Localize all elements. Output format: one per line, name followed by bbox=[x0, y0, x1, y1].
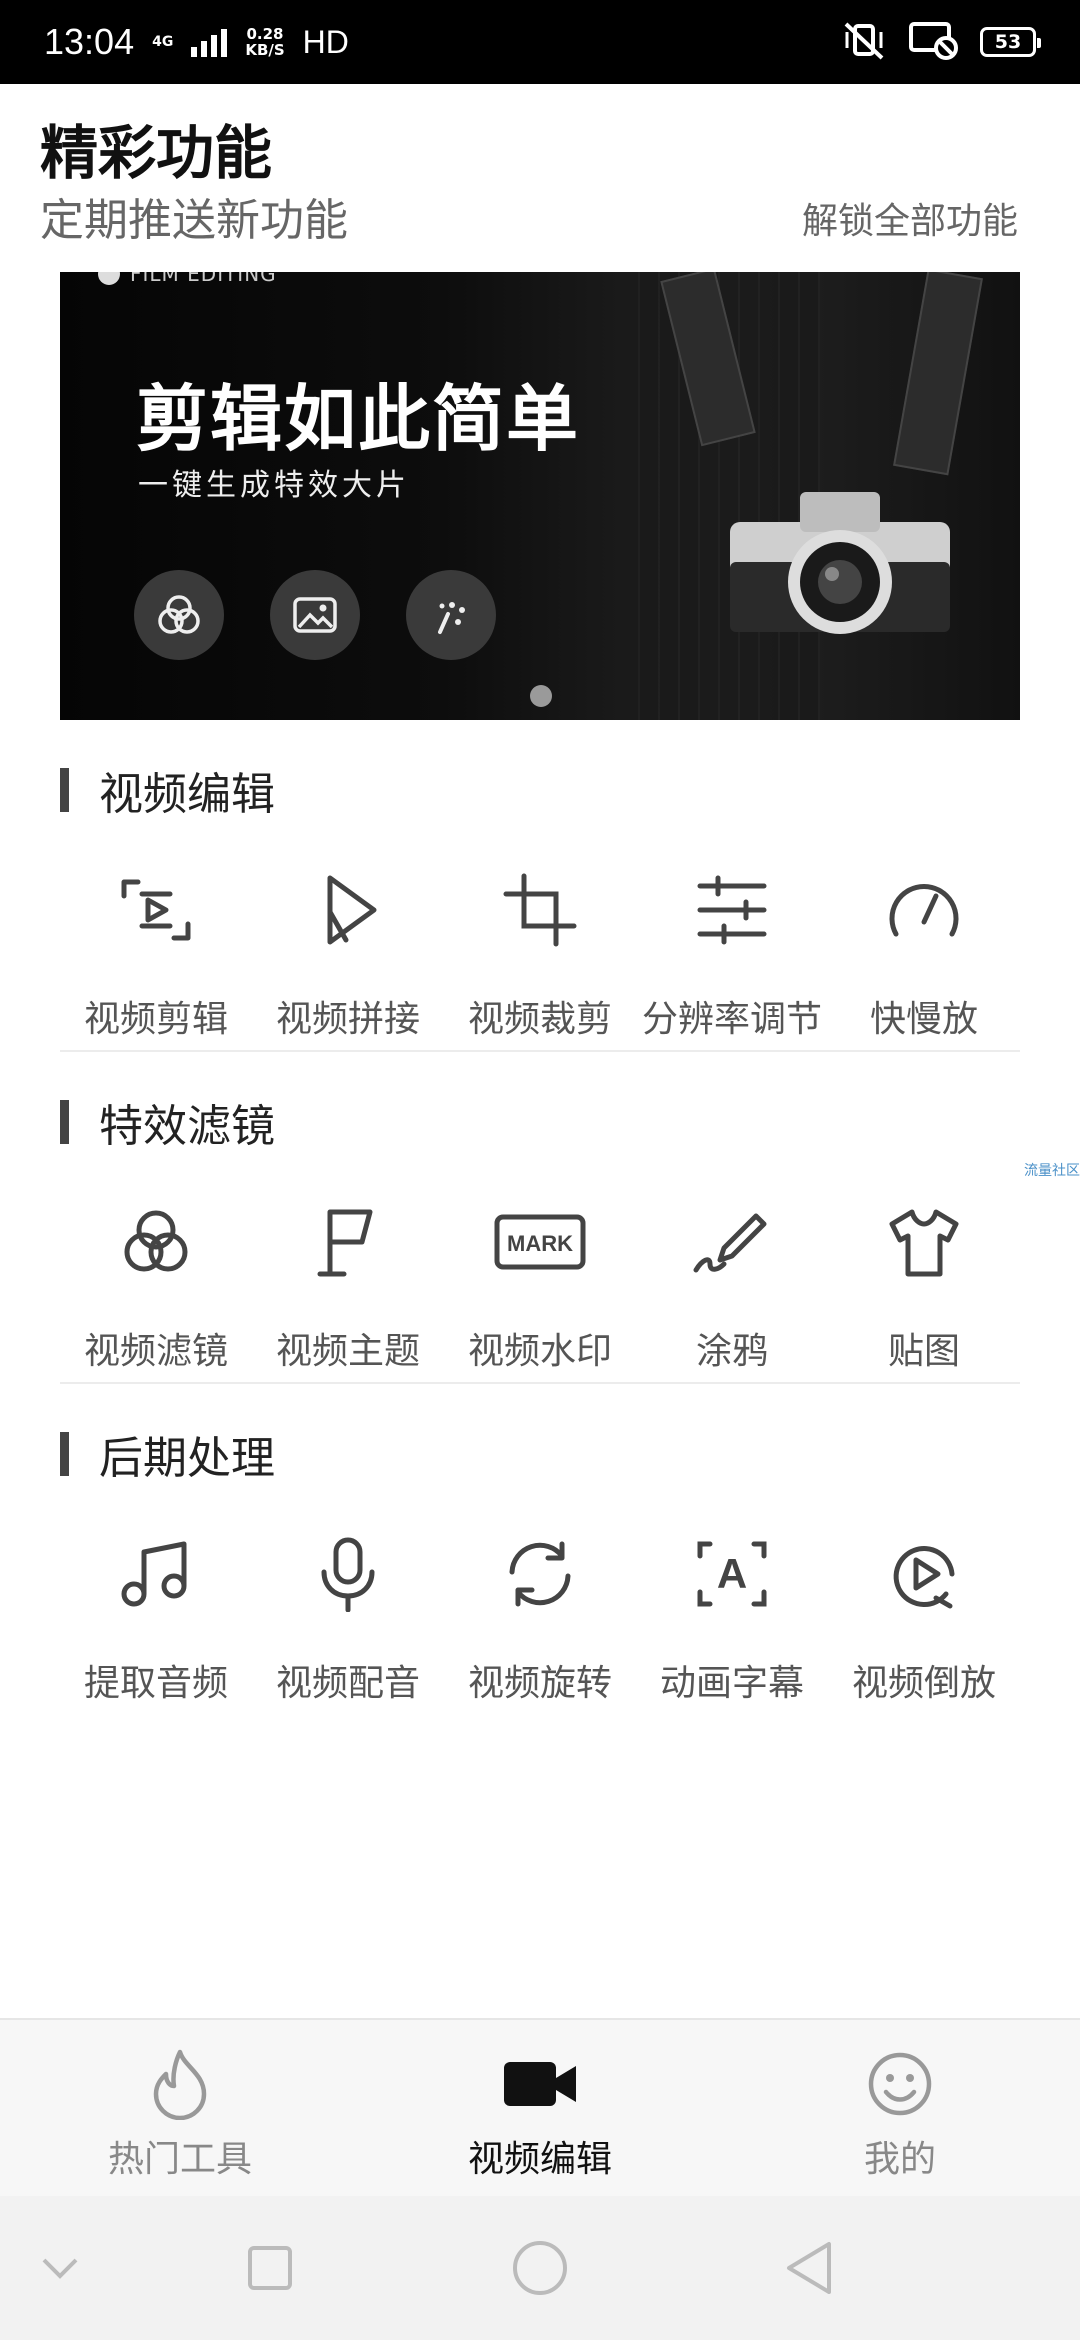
flame-icon bbox=[153, 2049, 207, 2120]
rotate-icon bbox=[500, 1534, 580, 1614]
tool-resolution[interactable]: 分辨率调节 bbox=[636, 870, 828, 1042]
nav-profile[interactable]: 我的 bbox=[720, 2020, 1080, 2196]
signal-icon bbox=[191, 27, 228, 57]
tool-video-filter[interactable]: 视频滤镜 bbox=[60, 1202, 252, 1374]
back-button[interactable] bbox=[780, 2196, 840, 2340]
tool-video-crop[interactable]: 视频裁剪 bbox=[444, 870, 636, 1042]
back-triangle-icon bbox=[787, 2242, 831, 2294]
battery-icon: 53 bbox=[980, 27, 1041, 57]
page-subtitle: 定期推送新功能 bbox=[40, 195, 348, 246]
flag-icon bbox=[308, 1202, 388, 1282]
nav-hot-tools[interactable]: 热门工具 bbox=[0, 2020, 360, 2196]
tool-reverse[interactable]: 视频倒放 bbox=[828, 1534, 1020, 1706]
tool-animated-caption[interactable]: A 动画字幕 bbox=[636, 1534, 828, 1706]
video-join-icon bbox=[308, 870, 388, 950]
banner-tag: FILM EDITING bbox=[98, 272, 277, 286]
section-effects-header: 特效滤镜 bbox=[60, 1090, 275, 1154]
video-cut-icon bbox=[116, 870, 196, 950]
network-speed: 0.28 KB/S bbox=[245, 25, 285, 59]
home-button[interactable] bbox=[508, 2196, 572, 2340]
pen-scribble-icon bbox=[692, 1202, 772, 1282]
effects-tools: 视频滤镜 视频主题 MARK 视频水印 涂鸦 贴图 bbox=[60, 1202, 1020, 1374]
tool-dubbing[interactable]: 视频配音 bbox=[252, 1534, 444, 1706]
vibrate-off-icon bbox=[842, 20, 886, 64]
filter-circles-icon bbox=[116, 1202, 196, 1282]
magic-wand-icon bbox=[438, 602, 465, 634]
smiley-icon bbox=[868, 2052, 932, 2116]
banner-tagline: 一键生成特效大片 bbox=[138, 468, 410, 503]
tool-video-join[interactable]: 视频拼接 bbox=[252, 870, 444, 1042]
speedometer-icon bbox=[884, 870, 964, 950]
banner-filter-button[interactable] bbox=[134, 570, 224, 660]
promo-banner[interactable]: FILM EDITING 剪辑如此简单 一键生成特效大片 bbox=[60, 272, 1020, 720]
bottom-nav: 热门工具 视频编辑 我的 bbox=[0, 2018, 1080, 2196]
banner-image-button[interactable] bbox=[270, 570, 360, 660]
tool-video-cut[interactable]: 视频剪辑 bbox=[60, 870, 252, 1042]
filter-circles-icon bbox=[158, 595, 200, 634]
tool-video-watermark[interactable]: MARK 视频水印 bbox=[444, 1202, 636, 1374]
music-note-icon bbox=[116, 1534, 196, 1614]
camera-image bbox=[720, 482, 960, 656]
cast-off-icon bbox=[908, 20, 958, 64]
tool-rotate[interactable]: 视频旋转 bbox=[444, 1534, 636, 1706]
watermark-text: 流量社区 bbox=[1024, 1163, 1080, 1179]
tool-speed[interactable]: 快慢放 bbox=[828, 870, 1020, 1042]
section-video-edit-header: 视频编辑 bbox=[60, 758, 275, 822]
circle-icon bbox=[513, 2241, 567, 2295]
section-title: 视频编辑 bbox=[99, 769, 275, 820]
post-process-tools: 提取音频 视频配音 视频旋转 A 动画字幕 视频倒放 bbox=[60, 1534, 1020, 1706]
section-divider bbox=[60, 1382, 1020, 1384]
status-bar: 13:04 4G 0.28 KB/S HD 53 bbox=[0, 0, 1080, 84]
chevron-down-icon bbox=[42, 2258, 78, 2279]
nav-video-edit[interactable]: 视频编辑 bbox=[360, 2020, 720, 2196]
collapse-button[interactable] bbox=[30, 2196, 90, 2340]
caption-a-icon: A bbox=[692, 1534, 772, 1614]
section-title: 特效滤镜 bbox=[99, 1101, 275, 1152]
square-icon bbox=[248, 2246, 292, 2290]
tool-video-theme[interactable]: 视频主题 bbox=[252, 1202, 444, 1374]
hd-indicator: HD bbox=[302, 23, 349, 60]
image-icon bbox=[293, 597, 337, 633]
tshirt-icon bbox=[884, 1202, 964, 1282]
clock: 13:04 bbox=[44, 21, 135, 62]
video-edit-tools: 视频剪辑 视频拼接 视频裁剪 分辨率调节 快慢放 bbox=[60, 870, 1020, 1042]
page-title: 精彩功能 bbox=[40, 119, 273, 187]
video-camera-icon bbox=[504, 2062, 576, 2106]
unlock-all-link[interactable]: 解锁全部功能 bbox=[802, 192, 1018, 244]
banner-magic-button[interactable] bbox=[406, 570, 496, 660]
section-divider bbox=[60, 1050, 1020, 1052]
tool-extract-audio[interactable]: 提取音频 bbox=[60, 1534, 252, 1706]
carousel-indicator bbox=[530, 685, 552, 707]
section-post-header: 后期处理 bbox=[60, 1422, 275, 1486]
recents-button[interactable] bbox=[240, 2196, 300, 2340]
mark-watermark-icon: MARK bbox=[492, 1202, 588, 1282]
svg-text:MARK: MARK bbox=[507, 1231, 573, 1256]
network-type: 4G bbox=[152, 34, 174, 50]
tool-sticker[interactable]: 贴图 bbox=[828, 1202, 1020, 1374]
reverse-play-icon bbox=[884, 1534, 964, 1614]
system-nav-bar bbox=[0, 2196, 1080, 2340]
microphone-icon bbox=[308, 1534, 388, 1614]
sliders-icon bbox=[692, 870, 772, 950]
banner-headline: 剪辑如此简单 bbox=[136, 377, 581, 461]
svg-text:A: A bbox=[717, 1550, 747, 1597]
section-title: 后期处理 bbox=[99, 1433, 275, 1484]
crop-icon bbox=[500, 870, 580, 950]
tool-doodle[interactable]: 涂鸦 bbox=[636, 1202, 828, 1374]
